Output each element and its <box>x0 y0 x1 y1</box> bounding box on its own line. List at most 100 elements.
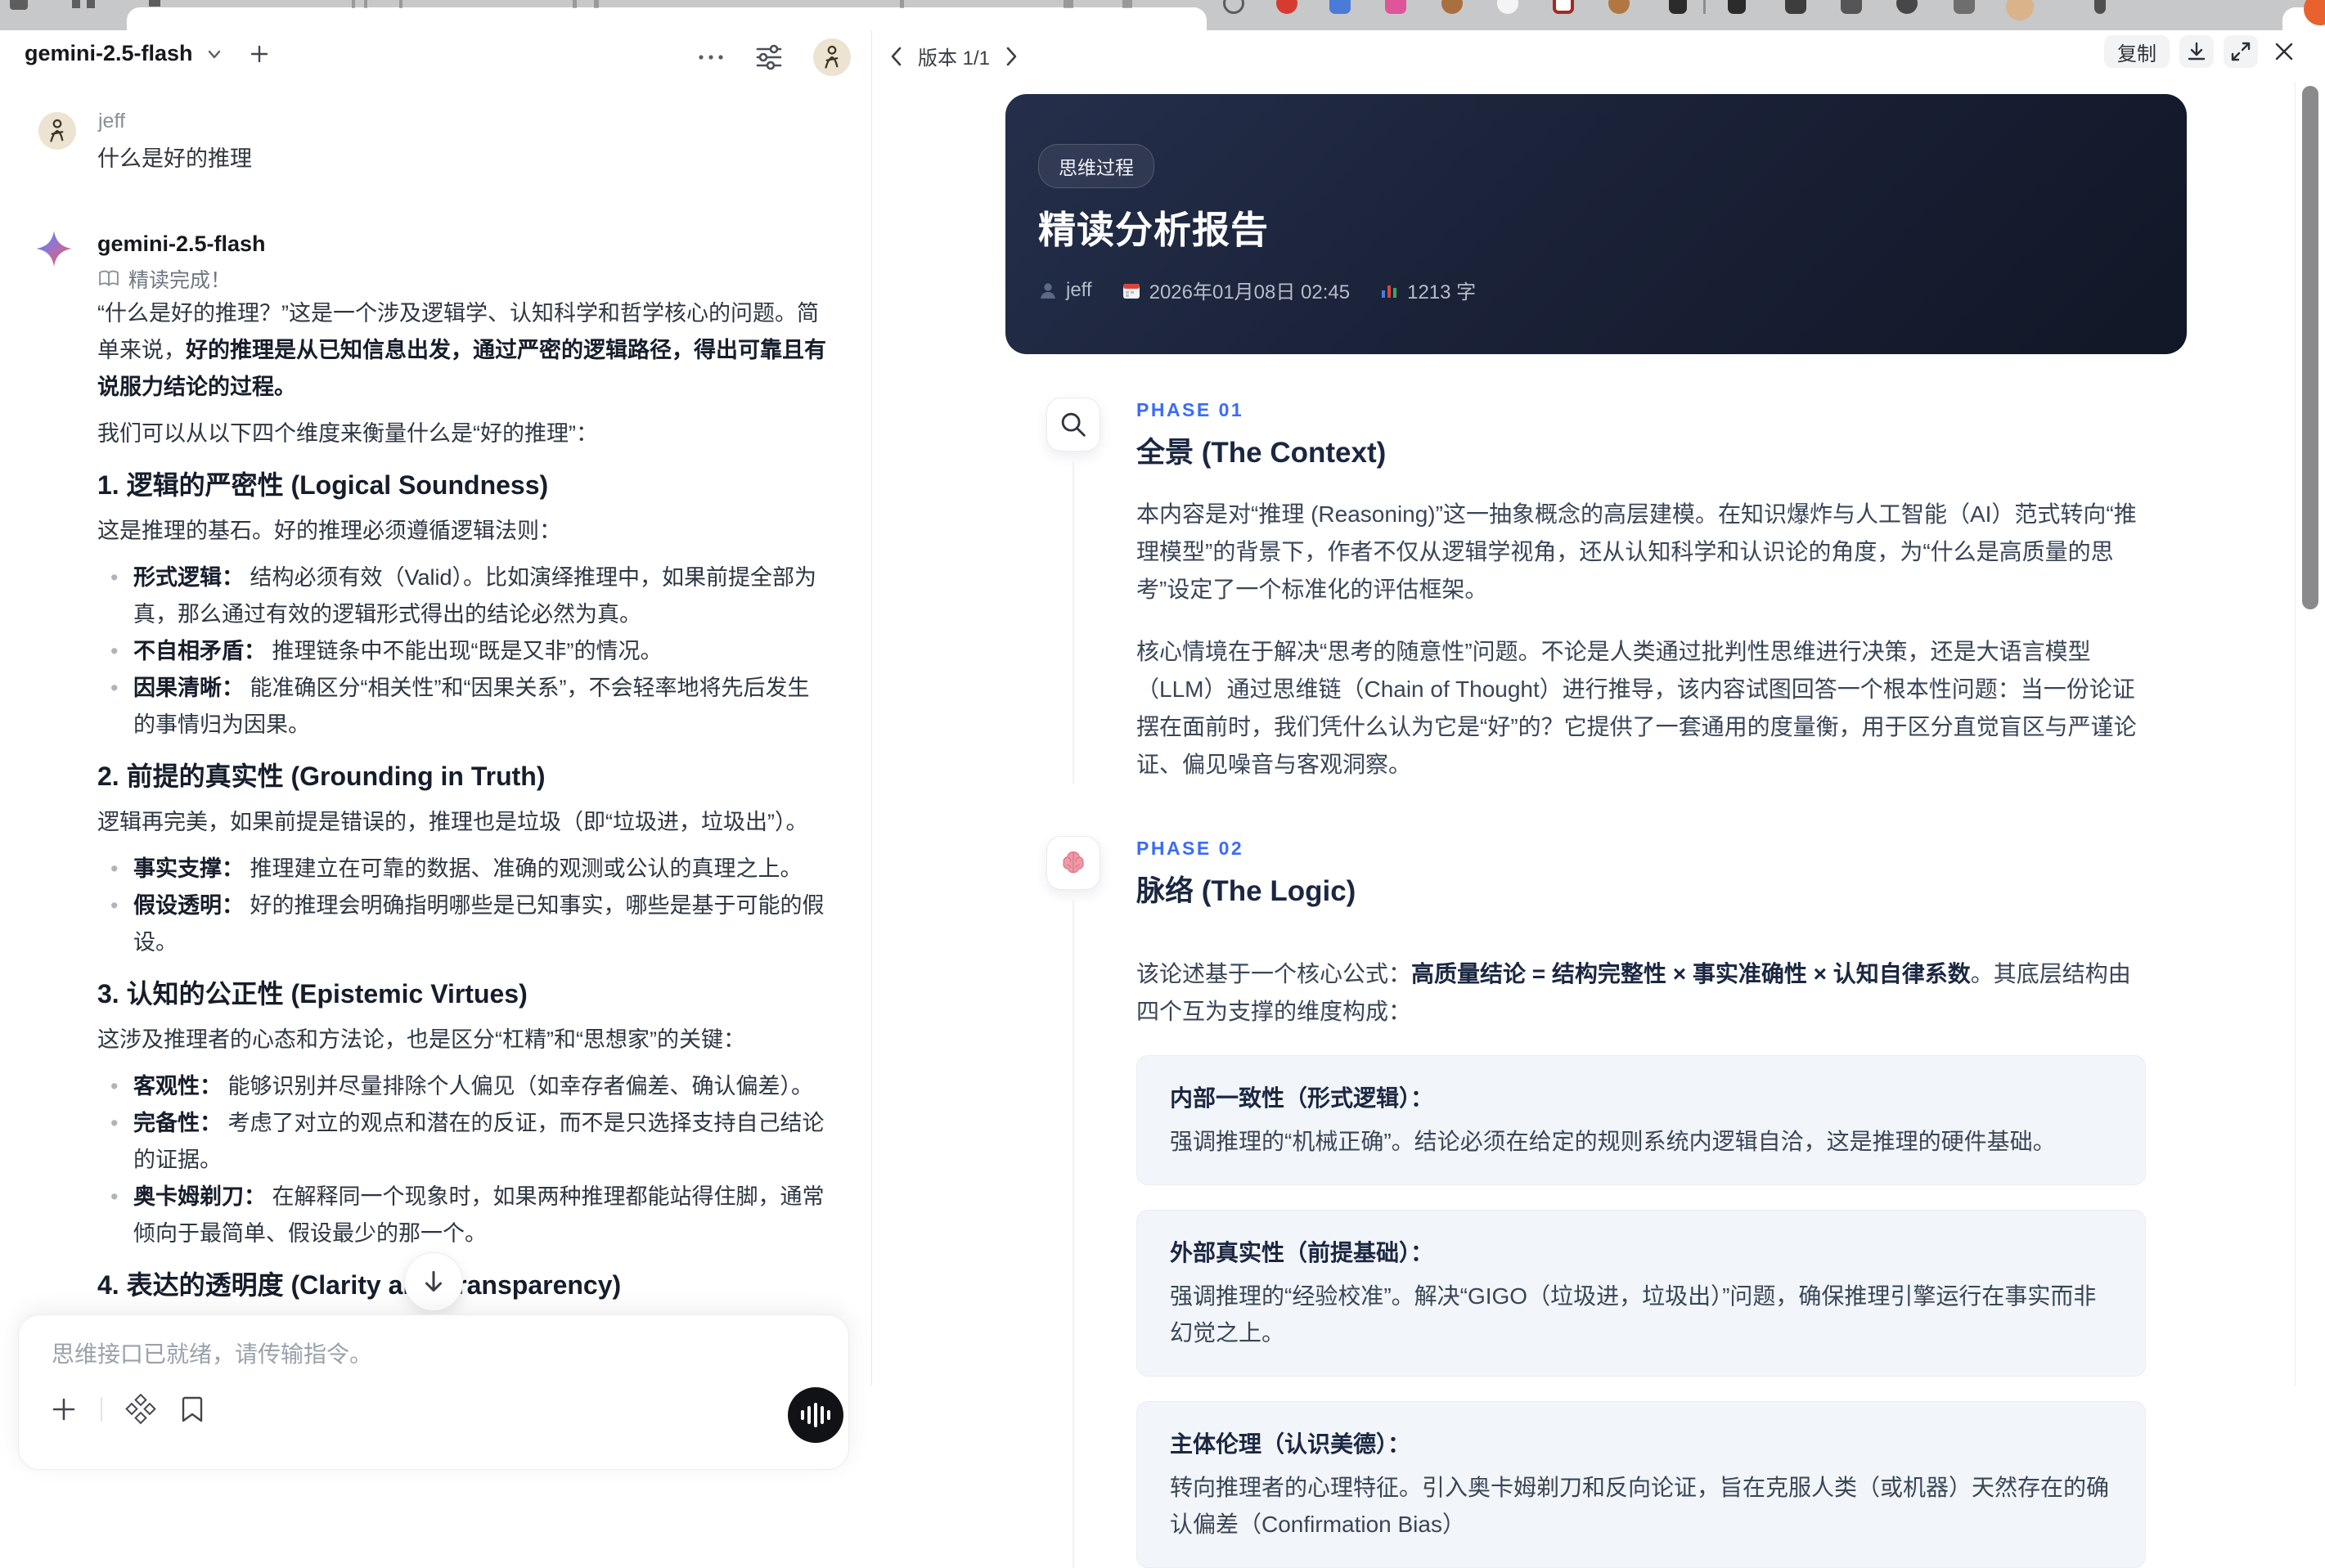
extension-icon[interactable] <box>1608 0 1630 14</box>
extension-icon[interactable] <box>1553 0 1574 14</box>
section-heading: 1. 逻辑的严密性 (Logical Soundness) <box>97 470 549 500</box>
voice-input-button[interactable] <box>788 1387 843 1443</box>
response-paragraph: “什么是好的推理？”这是一个涉及逻辑学、认知科学和哲学核心的问题。简单来说，好的… <box>97 301 826 399</box>
extension-icon[interactable] <box>1785 0 1806 14</box>
tab-text-fragment <box>900 0 904 8</box>
chat-panel: gemini-2.5-flash jeff 什么是好的推理 gemini-2.5… <box>0 30 870 1470</box>
composer-divider <box>101 1397 102 1422</box>
artifact-actions: 复制 <box>2104 35 2300 68</box>
extension-icon[interactable] <box>2094 0 2106 14</box>
scrollbar-thumb[interactable] <box>2302 86 2318 609</box>
phase-paragraph: 核心情境在于解决“思考的随意性”问题。不论是人类通过批判性思维进行决策，还是大语… <box>1136 639 2137 777</box>
bullet-item: 奥卡姆剃刀： 在解释同一个现象时，如果两种推理都能站得住脚，通常倾向于最简单、假… <box>97 1179 829 1252</box>
tab-text-fragment <box>364 0 367 8</box>
book-icon <box>97 269 120 289</box>
browser-active-tab[interactable] <box>127 7 1207 30</box>
section-heading: 4. 表达的透明度 (Clarity and Transparency) <box>97 1270 622 1300</box>
extension-icon[interactable] <box>1385 0 1406 14</box>
settings-sliders-icon[interactable] <box>753 41 785 74</box>
profile-avatar-icon[interactable] <box>2006 0 2034 20</box>
waveform-icon <box>801 1402 830 1428</box>
chat-input[interactable] <box>52 1337 788 1386</box>
dimension-card-title: 内部一致性（形式逻辑）： <box>1170 1085 1434 1111</box>
report-datetime: 2026年01月08日 02:45 <box>1122 276 1350 304</box>
scrollbar-track <box>2295 82 2296 1386</box>
prev-version-button[interactable] <box>888 46 905 67</box>
dimension-card-body: 强调推理的“经验校准”。解决“GIGO（垃圾进，垃圾出）”问题，确保推理引擎运行… <box>1170 1283 2097 1346</box>
extension-icon[interactable] <box>1497 0 1518 14</box>
section-heading: 3. 认知的公正性 (Epistemic Virtues) <box>97 979 528 1009</box>
user-avatar[interactable] <box>813 38 851 76</box>
download-button[interactable] <box>2179 35 2214 68</box>
report-header-card: 思维过程 精读分析报告 jeff 2026年01月08日 02:45 1213 … <box>1005 94 2187 354</box>
phase-2-content: PHASE 02 脉络 (The Logic) 该论述基于一个核心公式：高质量结… <box>1136 836 2146 1568</box>
composer-tools <box>50 1394 205 1425</box>
extension-icon[interactable] <box>1329 0 1351 14</box>
user-message-author: jeff <box>98 110 125 133</box>
tab-text-fragment <box>573 0 577 8</box>
attach-plus-button[interactable] <box>50 1395 78 1423</box>
phase-label: PHASE 02 <box>1136 838 1244 859</box>
user-message-text: 什么是好的推理 <box>97 146 252 171</box>
section-bullets: 形式逻辑： 结构必须有效（Valid）。比如演绎推理中，如果前提全部为真，那么通… <box>97 559 829 744</box>
extension-icon[interactable] <box>1954 0 1975 14</box>
arrow-down-icon <box>425 1270 442 1292</box>
dimension-card: 内部一致性（形式逻辑）： 强调推理的“机械正确”。结论必须在给定的规则系统内逻辑… <box>1136 1055 2146 1185</box>
bullet-item: 因果清晰： 能准确区分“相关性”和“因果关系”，不会轻率地将先后发生的事情归为因… <box>97 670 829 744</box>
report-word-count: 1213 字 <box>1379 276 1476 304</box>
download-icon <box>2188 42 2206 61</box>
toolbar-fragment-icon[interactable] <box>87 0 95 8</box>
bullet-item: 完备性： 考虑了对立的观点和潜在的反证，而不是只选择支持自己结论的证据。 <box>97 1105 829 1179</box>
bookmark-icon[interactable] <box>179 1395 205 1423</box>
extension-icon[interactable] <box>1896 0 1918 14</box>
phase-paragraph: 该论述基于一个核心公式：高质量结论 = 结构完整性 × 事实准确性 × 认知自律… <box>1136 961 2131 1024</box>
bar-chart-icon <box>1382 285 1397 298</box>
gemini-star-icon <box>34 229 74 268</box>
tab-text-fragment <box>352 0 355 8</box>
version-label: 版本 1/1 <box>918 47 991 70</box>
bullet-item: 客观性： 能够识别并尽量排除个人偏见（如幸存者偏差、确认偏差）。 <box>97 1068 829 1105</box>
extension-icon[interactable] <box>1669 0 1687 14</box>
person-icon <box>1041 282 1055 299</box>
close-button[interactable] <box>2268 35 2300 68</box>
assistant-message-author: gemini-2.5-flash <box>97 231 266 256</box>
next-version-button[interactable] <box>1003 46 1019 67</box>
extension-icon[interactable] <box>1441 0 1463 14</box>
composer <box>18 1314 849 1470</box>
extension-icon[interactable] <box>1841 0 1862 14</box>
report-title: 精读分析报告 <box>1038 209 1269 251</box>
dimension-card-body: 强调推理的“机械正确”。结论必须在给定的规则系统内逻辑自洽，这是推理的硬件基础。 <box>1170 1129 2056 1154</box>
fullscreen-button[interactable] <box>2224 35 2258 68</box>
magnifier-icon <box>1046 398 1100 452</box>
extension-icon[interactable] <box>1728 0 1746 14</box>
scroll-to-bottom-button[interactable] <box>404 1252 463 1311</box>
bullet-item: 形式逻辑： 结构必须有效（Valid）。比如演绎推理中，如果前提全部为真，那么通… <box>97 559 829 633</box>
phase-paragraph: 本内容是对“推理 (Reasoning)”这一抽象概念的高层建模。在知识爆炸与人… <box>1136 501 2137 602</box>
model-sparkle-icon[interactable] <box>125 1394 156 1425</box>
more-options-icon[interactable] <box>697 52 725 62</box>
toolbar-fragment-icon[interactable] <box>10 0 28 10</box>
artifact-panel: 版本 1/1 复制 思维过程 精读分析报告 jeff 2026年01月08日 0… <box>871 30 2325 1568</box>
copy-button[interactable]: 复制 <box>2104 35 2170 68</box>
dimension-card: 外部真实性（前提基础）： 强调推理的“经验校准”。解决“GIGO（垃圾进，垃圾出… <box>1136 1210 2146 1377</box>
model-selector[interactable]: gemini-2.5-flash <box>25 41 270 66</box>
phase-1-content: PHASE 01 全景 (The Context) 本内容是对“推理 (Reas… <box>1136 398 2146 784</box>
phase-1-rail <box>1046 398 1100 784</box>
toolbar-fragment-icon[interactable] <box>149 0 160 7</box>
extension-icon[interactable] <box>1276 0 1297 14</box>
phase-label: PHASE 01 <box>1136 399 1244 420</box>
section-heading: 2. 前提的真实性 (Grounding in Truth) <box>97 762 546 791</box>
section-intro: 这是推理的基石。好的推理必须遵循逻辑法则： <box>97 519 561 543</box>
bullet-item: 事实支撑： 推理建立在可靠的数据、准确的观测或公认的真理之上。 <box>97 851 829 887</box>
section-bullets: 客观性： 能够识别并尽量排除个人偏见（如幸存者偏差、确认偏差）。 完备性： 考虑… <box>97 1068 829 1252</box>
extension-icon[interactable] <box>1223 0 1244 14</box>
response-paragraph: 我们可以从以下四个维度来衡量什么是“好的推理”： <box>97 421 598 446</box>
toolbar-fragment-icon[interactable] <box>72 0 80 8</box>
new-chat-button[interactable] <box>249 43 270 65</box>
bullet-item: 假设透明： 好的推理会明确指明哪些是已知事实，哪些是基于可能的假设。 <box>97 887 829 961</box>
toolbar-divider <box>1703 0 1706 14</box>
dimension-card-body: 转向推理者的心理特征。引入奥卡姆剃刀和反向论证，旨在克服人类（或机器）天然存在的… <box>1170 1475 2110 1537</box>
expand-icon <box>2231 42 2251 61</box>
chevron-down-icon[interactable] <box>205 44 224 64</box>
tab-text-fragment <box>399 0 402 8</box>
